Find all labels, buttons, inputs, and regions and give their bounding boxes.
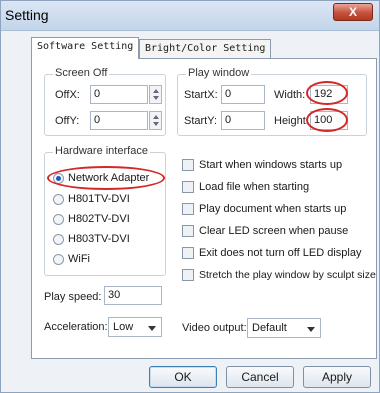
checkbox-play-document[interactable]: Play document when starts up: [182, 203, 346, 215]
settings-window: Setting X Software Setting Bright/Color …: [0, 0, 380, 393]
checkbox-load-file[interactable]: Load file when starting: [182, 181, 309, 193]
checkbox-label: Play document when starts up: [199, 203, 347, 215]
radio-icon: [53, 213, 64, 225]
cancel-button[interactable]: Cancel: [226, 366, 294, 388]
radio-icon: [53, 233, 64, 245]
radio-network-adapter[interactable]: Network Adapter: [53, 172, 149, 184]
close-button[interactable]: X: [333, 3, 373, 21]
play-speed-input[interactable]: 30: [104, 286, 162, 305]
checkbox-label: Load file when starting: [199, 181, 310, 193]
offy-label: OffY:: [55, 115, 80, 127]
checkbox-stretch-play-window[interactable]: Stretch the play window by sculpt size: [182, 269, 376, 281]
checkbox-clear-led[interactable]: Clear LED screen when pause: [182, 225, 348, 237]
window-title: Setting: [5, 7, 49, 23]
offx-label: OffX:: [55, 89, 80, 101]
apply-button[interactable]: Apply: [303, 366, 371, 388]
startx-label: StartX:: [184, 89, 218, 101]
checkbox-label: Start when windows starts up: [199, 159, 343, 171]
tab-software-setting[interactable]: Software Setting: [31, 37, 140, 59]
height-label: Height:: [274, 115, 309, 127]
close-icon: X: [348, 5, 357, 19]
checkbox-label: Exit does not turn off LED display: [199, 247, 362, 259]
starty-input[interactable]: 0: [221, 111, 265, 130]
acceleration-label: Acceleration:: [44, 321, 108, 333]
screen-off-legend: Screen Off: [53, 67, 110, 79]
checkbox-icon: [182, 159, 194, 171]
play-window-group: Play window StartX: 0 Width: 192 StartY:…: [177, 67, 367, 136]
starty-label: StartY:: [184, 115, 218, 127]
height-input[interactable]: 100: [310, 111, 348, 130]
video-output-label: Video output:: [182, 322, 247, 334]
offx-input[interactable]: 0: [90, 85, 148, 104]
checkbox-icon: [182, 181, 194, 193]
acceleration-value: Low: [113, 321, 134, 333]
width-label: Width:: [274, 89, 306, 101]
radio-label: H803TV-DVI: [68, 233, 130, 245]
screen-off-group: Screen Off OffX: 0 OffY: 0: [44, 67, 166, 136]
chevron-down-icon: [307, 327, 315, 332]
checkbox-label: Stretch the play window by sculpt size: [199, 269, 376, 281]
radio-icon: [53, 193, 64, 205]
ok-button[interactable]: OK: [149, 366, 217, 388]
checkbox-start-with-windows[interactable]: Start when windows starts up: [182, 159, 342, 171]
radio-icon: [53, 253, 64, 265]
video-output-value: Default: [252, 322, 287, 334]
width-input[interactable]: 192: [310, 85, 348, 104]
checkbox-icon: [182, 247, 194, 259]
checkbox-exit-no-turn-off[interactable]: Exit does not turn off LED display: [182, 247, 361, 259]
radio-h803tv-dvi[interactable]: H803TV-DVI: [53, 233, 130, 245]
offx-spinner[interactable]: [149, 85, 162, 104]
radio-h801tv-dvi[interactable]: H801TV-DVI: [53, 193, 130, 205]
offy-input[interactable]: 0: [90, 111, 148, 130]
checkbox-icon: [182, 225, 194, 237]
offy-spinner[interactable]: [149, 111, 162, 130]
software-setting-panel: Screen Off OffX: 0 OffY: 0 Play window S…: [31, 58, 377, 359]
title-bar[interactable]: Setting X: [1, 1, 379, 31]
checkbox-icon: [182, 203, 194, 215]
radio-label: H801TV-DVI: [68, 193, 130, 205]
checkbox-icon: [182, 269, 194, 281]
chevron-down-icon: [148, 326, 156, 331]
tab-bright-color-setting[interactable]: Bright/Color Setting: [139, 39, 272, 58]
radio-wifi[interactable]: WiFi: [53, 253, 90, 265]
radio-label: Network Adapter: [68, 172, 150, 184]
startx-input[interactable]: 0: [221, 85, 265, 104]
video-output-select[interactable]: Default: [247, 318, 321, 338]
radio-h802tv-dvi[interactable]: H802TV-DVI: [53, 213, 130, 225]
hardware-interface-legend: Hardware interface: [53, 145, 150, 157]
radio-label: H802TV-DVI: [68, 213, 130, 225]
play-window-legend: Play window: [186, 67, 252, 79]
radio-selected-icon: [53, 172, 64, 184]
hardware-interface-group: Hardware interface Network Adapter H801T…: [44, 145, 166, 276]
play-speed-label: Play speed:: [44, 291, 102, 303]
checkbox-label: Clear LED screen when pause: [199, 225, 349, 237]
acceleration-select[interactable]: Low: [108, 317, 162, 337]
radio-label: WiFi: [68, 253, 90, 265]
